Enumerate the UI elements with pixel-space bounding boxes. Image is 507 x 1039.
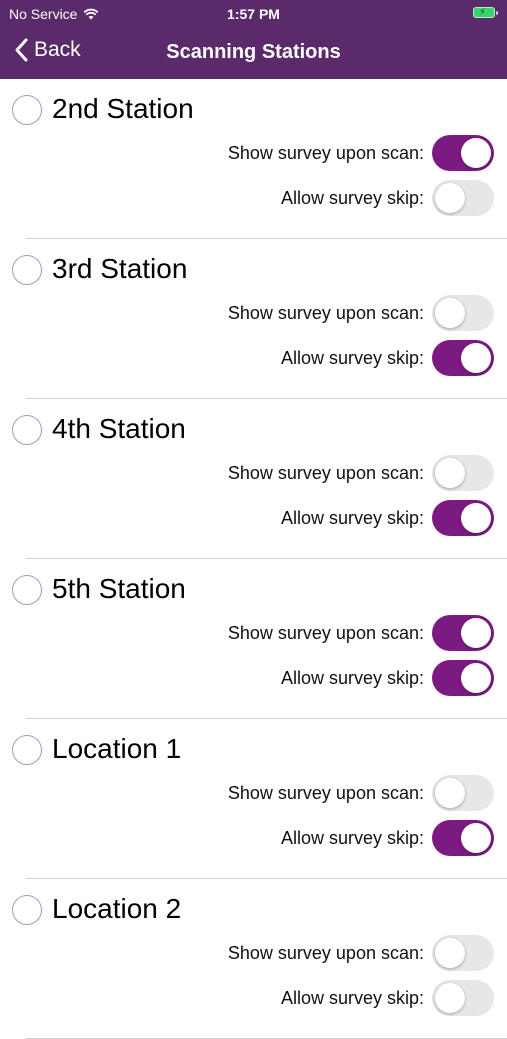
show-survey-toggle[interactable] [432, 295, 494, 331]
toggle-knob [461, 138, 491, 168]
station-name: Location 1 [52, 733, 182, 764]
toggle-knob [435, 183, 465, 213]
toggle-knob [461, 343, 491, 373]
show-survey-row: Show survey upon scan: [228, 135, 494, 171]
station-radio-button[interactable] [12, 735, 42, 765]
show-survey-row: Show survey upon scan: [228, 775, 494, 811]
nav-header: No Service 1:57 PM ⚡ Back Scanning Stati… [0, 0, 507, 79]
allow-skip-toggle[interactable] [432, 980, 494, 1016]
show-survey-row: Show survey upon scan: [228, 935, 494, 971]
station-list: 2nd Station Show survey upon scan: Allow s… [0, 79, 507, 1039]
allow-skip-label: Allow survey skip: [280, 507, 424, 528]
status-time: 1:57 PM [227, 6, 280, 22]
station-name: 4th Station [52, 413, 186, 444]
toggle-knob [461, 618, 491, 648]
allow-skip-toggle[interactable] [432, 340, 494, 376]
station-item: 3rd Station Show survey upon scan: Allow s… [0, 239, 507, 399]
show-survey-toggle[interactable] [432, 775, 494, 811]
toggle-knob [435, 938, 465, 968]
allow-skip-toggle[interactable] [432, 500, 494, 536]
allow-skip-row: Allow survey skip: [281, 340, 494, 376]
page-title: Scanning Stations [166, 41, 341, 63]
show-survey-label: Show survey upon scan: [227, 302, 424, 323]
station-item: Location 2 Show survey upon scan: Allow su… [0, 879, 507, 1039]
show-survey-label: Show survey upon scan: [227, 942, 424, 963]
allow-skip-row: Allow survey skip: [281, 500, 494, 536]
toggle-knob [435, 983, 465, 1013]
show-survey-toggle[interactable] [432, 135, 494, 171]
toggle-knob [435, 458, 465, 488]
station-radio-button[interactable] [12, 415, 42, 445]
allow-skip-toggle[interactable] [432, 820, 494, 856]
allow-skip-row: Allow survey skip: [281, 980, 494, 1016]
show-survey-toggle[interactable] [432, 935, 494, 971]
station-radio-button[interactable] [12, 255, 42, 285]
allow-skip-row: Allow survey skip: [281, 660, 494, 696]
station-radio-button[interactable] [12, 95, 42, 125]
toggle-knob [461, 823, 491, 853]
allow-skip-label: Allow survey skip: [280, 347, 424, 368]
toggle-knob [461, 503, 491, 533]
show-survey-row: Show survey upon scan: [228, 615, 494, 651]
toggle-knob [461, 663, 491, 693]
show-survey-label: Show survey upon scan: [227, 622, 424, 643]
station-name: Location 2 [52, 893, 182, 924]
show-survey-toggle[interactable] [432, 455, 494, 491]
battery-charging-icon: ⚡ [473, 7, 498, 18]
station-radio-button[interactable] [12, 575, 42, 605]
station-name: 3rd Station [52, 253, 188, 284]
show-survey-label: Show survey upon scan: [227, 782, 424, 803]
station-item: 2nd Station Show survey upon scan: Allow s… [0, 79, 507, 239]
allow-skip-toggle[interactable] [432, 660, 494, 696]
allow-skip-label: Allow survey skip: [280, 987, 424, 1008]
show-survey-label: Show survey upon scan: [227, 462, 424, 483]
show-survey-toggle[interactable] [432, 615, 494, 651]
toggle-knob [435, 298, 465, 328]
station-item: 5th Station Show survey upon scan: Allow s… [0, 559, 507, 719]
allow-skip-row: Allow survey skip: [281, 820, 494, 856]
allow-skip-label: Allow survey skip: [280, 667, 424, 688]
station-item: Location 1 Show survey upon scan: Allow su… [0, 719, 507, 879]
show-survey-row: Show survey upon scan: [228, 455, 494, 491]
allow-skip-label: Allow survey skip: [280, 187, 424, 208]
allow-skip-label: Allow survey skip: [280, 827, 424, 848]
show-survey-label: Show survey upon scan: [227, 142, 424, 163]
station-item: 4th Station Show survey upon scan: Allow s… [0, 399, 507, 559]
toggle-knob [435, 778, 465, 808]
status-bar: No Service 1:57 PM ⚡ [0, 0, 507, 28]
allow-skip-row: Allow survey skip: [281, 180, 494, 216]
show-survey-row: Show survey upon scan: [228, 295, 494, 331]
allow-skip-toggle[interactable] [432, 180, 494, 216]
station-name: 5th Station [52, 573, 186, 604]
station-name: 2nd Station [52, 93, 194, 124]
